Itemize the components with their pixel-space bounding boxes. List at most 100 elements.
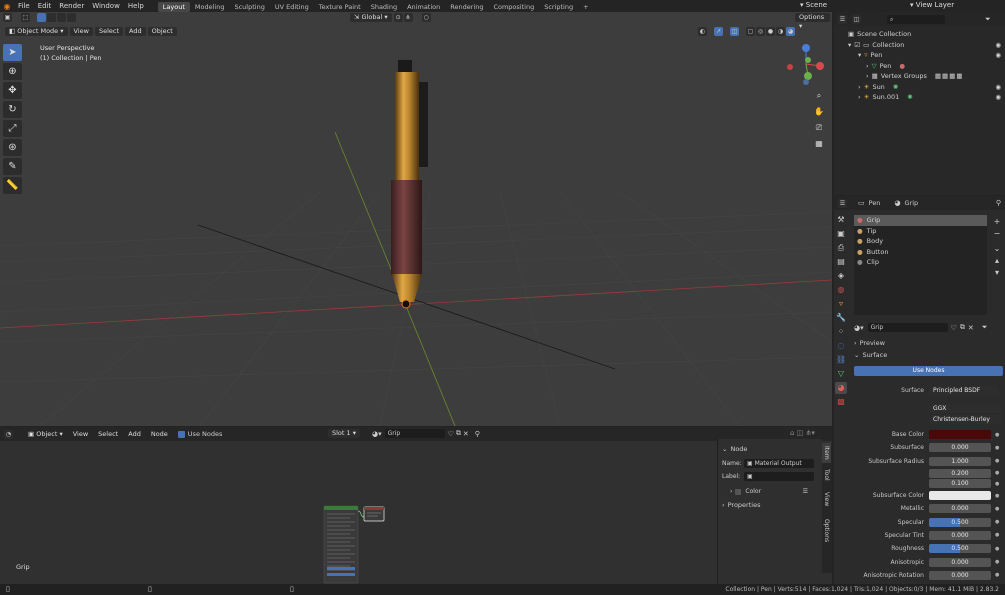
add-workspace-icon[interactable]: +: [578, 2, 593, 12]
shading-rendered-icon[interactable]: ◕: [786, 27, 795, 36]
move-slot-up-icon[interactable]: ▴: [992, 255, 1002, 267]
tab-uv-editing[interactable]: UV Editing: [270, 2, 314, 12]
node-editor-type-icon[interactable]: ◔: [4, 429, 13, 439]
param-field[interactable]: 0.000: [929, 530, 991, 540]
3d-viewport[interactable]: ▣ ⬚ ⇲ Global ▾ ⊙ ⋔ ○ Options ▾ ◧ Object …: [0, 12, 832, 426]
tree-row-pen-object[interactable]: ▾ ▿ Pen ◉: [834, 50, 1005, 61]
slot-menu-icon[interactable]: ⌄: [992, 243, 1002, 255]
editor-type-icon[interactable]: ▣: [3, 13, 12, 22]
socket-link-icon[interactable]: ●: [995, 432, 999, 438]
zoom-icon[interactable]: ⌕: [812, 89, 826, 103]
properties-editor-icon[interactable]: ☰: [838, 198, 847, 208]
particles-tab-icon[interactable]: ⁘: [835, 326, 847, 338]
tree-row-sun[interactable]: › ☀ Sun ✺ ◉: [834, 82, 1005, 93]
checkbox-icon[interactable]: ☑: [854, 40, 860, 51]
use-nodes-button[interactable]: Use Nodes: [854, 366, 1003, 376]
menu-view[interactable]: View: [69, 27, 93, 36]
socket-link-icon[interactable]: ●: [995, 559, 999, 565]
menu-node[interactable]: Node: [147, 430, 172, 439]
tab-options[interactable]: Options: [822, 513, 831, 548]
menu-view[interactable]: View: [69, 430, 92, 439]
pin-icon[interactable]: ⚲: [996, 199, 1001, 207]
modifier-tab-icon[interactable]: 🔧: [835, 312, 847, 324]
tab-scripting[interactable]: Scripting: [539, 2, 578, 12]
pan-hand-icon[interactable]: ✋: [812, 105, 826, 119]
view-layer-tab-icon[interactable]: ▤: [835, 256, 847, 268]
unlink-material-icon[interactable]: ✕: [463, 430, 469, 438]
list-menu-icon[interactable]: ☰: [803, 488, 808, 495]
snap-icons[interactable]: ⌂ ◫ ⋔▾: [790, 429, 815, 437]
tool-tab-icon[interactable]: ⚒: [835, 214, 847, 226]
slot-clip[interactable]: ● Clip: [854, 257, 987, 268]
cursor-tool-icon[interactable]: ⊕: [3, 63, 22, 80]
transform-orientation-dropdown[interactable]: ⇲ Global ▾: [350, 13, 392, 22]
properties-subsection[interactable]: › Properties: [718, 495, 822, 509]
socket-link-icon[interactable]: ●: [995, 519, 999, 525]
tab-compositing[interactable]: Compositing: [488, 2, 539, 12]
material-tab-icon[interactable]: ◕: [835, 382, 847, 394]
expand-arrow-icon[interactable]: ▾: [848, 40, 851, 51]
use-nodes-checkbox-icon[interactable]: [177, 430, 185, 438]
tab-layout[interactable]: Layout: [157, 1, 190, 12]
menu-help[interactable]: Help: [124, 1, 148, 12]
select-box-icon[interactable]: ⬚: [21, 13, 30, 22]
options-dropdown[interactable]: Options ▾: [795, 13, 830, 30]
slot-dropdown[interactable]: Slot 1 ▾: [328, 429, 361, 438]
color-subsection[interactable]: › Color ☰: [718, 481, 822, 495]
tab-modeling[interactable]: Modeling: [190, 2, 230, 12]
tab-texture-paint[interactable]: Texture Paint: [314, 2, 366, 12]
visibility-icon[interactable]: ◐: [698, 27, 707, 36]
eye-icon[interactable]: ◉: [995, 50, 1001, 61]
scene-tab-icon[interactable]: ◈: [835, 270, 847, 282]
view-layer-selector[interactable]: ▾ View Layer: [910, 0, 954, 11]
eye-icon[interactable]: ◉: [995, 82, 1001, 93]
expand-arrow-icon[interactable]: ›: [858, 92, 861, 103]
data-tab-icon[interactable]: ▽: [835, 368, 847, 380]
material-name-field[interactable]: Grip: [867, 323, 948, 332]
fake-user-icon[interactable]: ♡: [951, 324, 957, 332]
select-tool-icon[interactable]: ➤: [3, 44, 22, 61]
shader-type-dropdown[interactable]: ▣ Object ▾: [24, 430, 67, 439]
tab-item[interactable]: Item: [822, 443, 831, 463]
eye-icon[interactable]: ◉: [995, 92, 1001, 103]
shader-node-editor[interactable]: ◔ ▣ Object ▾ View Select Add Node Use No…: [0, 427, 832, 584]
mode-dropdown[interactable]: ◧ Object Mode ▾: [5, 27, 68, 36]
constraints-tab-icon[interactable]: ⛓: [835, 354, 847, 366]
param-field[interactable]: 0.500: [929, 544, 991, 554]
transform-tool-icon[interactable]: ⊛: [3, 139, 22, 156]
slot-button[interactable]: ● Button: [854, 247, 987, 258]
menu-edit[interactable]: Edit: [34, 1, 56, 12]
node-link-icon[interactable]: ⏷: [982, 323, 988, 332]
navigation-gizmo[interactable]: [782, 42, 828, 88]
principled-bsdf-node[interactable]: [323, 505, 359, 584]
expand-arrow-icon[interactable]: ▾: [858, 50, 861, 61]
annotate-tool-icon[interactable]: ✎: [3, 158, 22, 175]
blender-logo-icon[interactable]: ◉: [0, 2, 14, 11]
measure-tool-icon[interactable]: 📏: [3, 177, 22, 194]
select-mode-extend-icon[interactable]: [47, 13, 56, 22]
param-field[interactable]: 0.000: [929, 504, 991, 514]
socket-link-icon[interactable]: ●: [995, 458, 999, 464]
preview-section[interactable]: › Preview: [854, 339, 885, 347]
outliner-editor-icon[interactable]: ☰: [838, 14, 847, 24]
gizmo-z-icon[interactable]: [802, 44, 810, 52]
color-checkbox-icon[interactable]: [735, 488, 742, 495]
tab-tool[interactable]: Tool: [822, 463, 831, 487]
socket-link-icon[interactable]: ●: [995, 445, 999, 451]
xray-icon[interactable]: ▢: [746, 27, 755, 36]
expand-arrow-icon[interactable]: ›: [866, 71, 869, 82]
param-field[interactable]: 1.000: [929, 456, 991, 466]
select-mode-new-icon[interactable]: [37, 13, 46, 22]
proportional-edit-icon[interactable]: ○: [421, 13, 431, 22]
menu-render[interactable]: Render: [55, 1, 88, 12]
add-slot-icon[interactable]: +: [992, 216, 1002, 228]
node-canvas[interactable]: [0, 441, 717, 584]
camera-view-icon[interactable]: ⎚: [812, 121, 826, 135]
move-tool-icon[interactable]: ✥: [3, 82, 22, 99]
menu-select[interactable]: Select: [94, 430, 122, 439]
texture-tab-icon[interactable]: ▩: [835, 396, 847, 408]
filter-icon[interactable]: ⏷: [985, 15, 991, 24]
node-material-field[interactable]: Grip: [384, 429, 445, 438]
gizmo-icon[interactable]: ↗: [714, 27, 723, 36]
object-tab-icon[interactable]: ▿: [835, 298, 847, 310]
